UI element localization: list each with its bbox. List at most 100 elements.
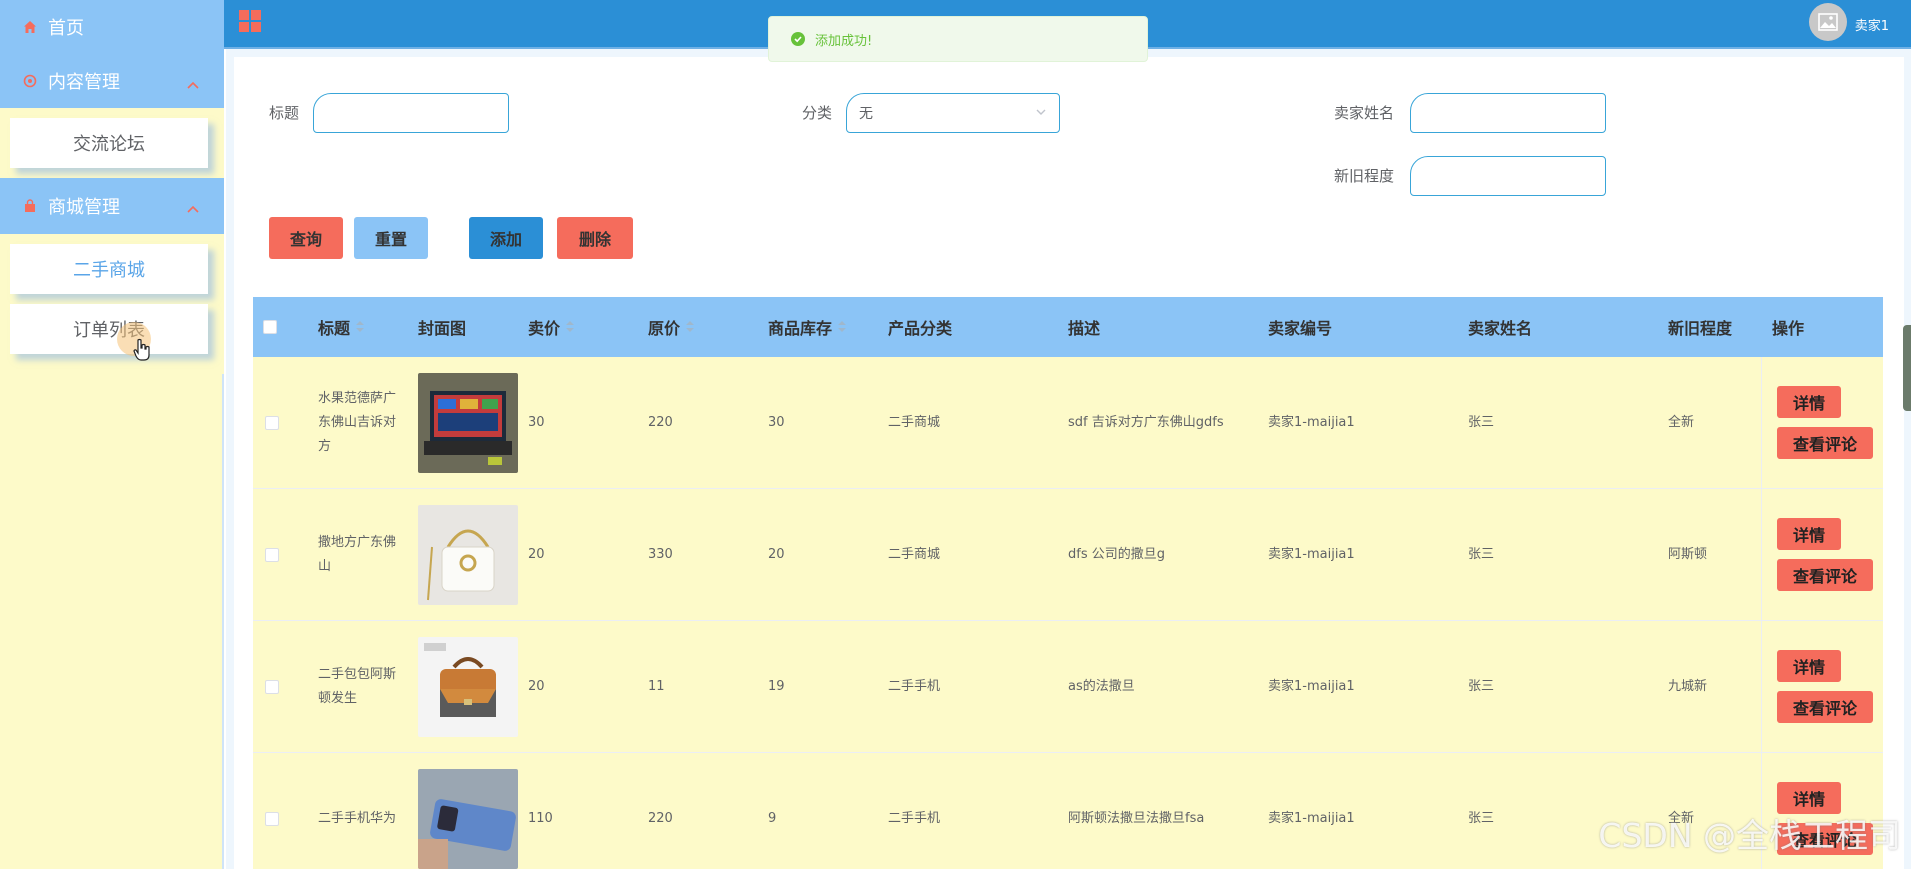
cell-stock: 19	[768, 679, 785, 694]
cell-seller-id: 卖家1-maijia1	[1268, 811, 1355, 826]
sort-icon[interactable]	[356, 321, 365, 333]
mall-submenu: 二手商城 订单列表	[0, 234, 224, 374]
cell-original-price: 220	[648, 415, 673, 430]
cell-description: sdf 吉诉对方广东佛山gdfs	[1068, 415, 1224, 430]
cell-title: 二手手机华为	[318, 811, 397, 826]
cell-category: 二手商城	[888, 547, 941, 562]
home-icon	[22, 19, 38, 35]
detail-button[interactable]: 详情	[1777, 518, 1841, 550]
avatar[interactable]	[1809, 3, 1847, 41]
category-select-value: 无	[859, 106, 873, 122]
query-button[interactable]: 查询	[269, 217, 343, 259]
col-cover: 封面图	[418, 319, 467, 338]
sidebar-item-content-mgmt-label: 内容管理	[48, 72, 120, 93]
sidebar-item-mall-mgmt[interactable]: 商城管理	[0, 178, 224, 234]
cell-cover-image	[418, 489, 518, 621]
cell-seller-id: 卖家1-maijia1	[1268, 547, 1355, 562]
cell-price: 110	[528, 811, 553, 826]
delete-button[interactable]: 删除	[557, 217, 633, 259]
reset-button[interactable]: 重置	[354, 217, 428, 259]
sidebar: 首页 内容管理 交流论坛 商城管理 二手商城 订单列表	[0, 0, 224, 869]
sidebar-item-order-list[interactable]: 订单列表	[10, 304, 208, 354]
image-placeholder-icon	[1818, 13, 1838, 31]
content-icon	[22, 73, 38, 89]
row-checkbox[interactable]	[265, 621, 279, 753]
view-comments-button[interactable]: 查看评论	[1777, 559, 1873, 591]
cell-condition: 阿斯顿	[1668, 547, 1708, 562]
chevron-up-icon	[186, 198, 200, 219]
add-button[interactable]: 添加	[469, 217, 543, 259]
row-checkbox[interactable]	[265, 753, 279, 869]
sidebar-item-home[interactable]: 首页	[0, 0, 224, 54]
chevron-down-icon	[1036, 109, 1046, 115]
scrollbar-thumb[interactable]	[1903, 325, 1911, 411]
shopping-bag-icon	[22, 198, 38, 214]
cell-price: 20	[528, 547, 545, 562]
cell-description: 阿斯顿法撒旦法撒旦fsa	[1068, 811, 1205, 826]
check-circle-icon	[791, 32, 805, 46]
col-price[interactable]: 卖价	[528, 297, 575, 357]
cell-stock: 30	[768, 415, 785, 430]
product-thumbnail	[418, 769, 518, 869]
cell-description: dfs 公司的撒旦g	[1068, 547, 1165, 562]
col-description: 描述	[1068, 319, 1101, 338]
sort-icon[interactable]	[686, 321, 695, 333]
condition-input[interactable]	[1410, 156, 1606, 196]
hand-cursor-icon	[133, 338, 150, 361]
cell-title: 二手包包阿斯顿发生	[318, 667, 397, 706]
success-toast: 添加成功!	[768, 16, 1148, 62]
table-header: 标题 封面图 卖价 原价 商品库存 产品分类 描述 卖家编号 卖家姓名 新旧程度…	[253, 297, 1883, 357]
cell-seller-name: 张三	[1468, 811, 1495, 826]
title-label: 标题	[269, 104, 300, 122]
detail-button[interactable]: 详情	[1777, 386, 1841, 418]
chevron-up-icon	[186, 74, 200, 95]
row-checkbox[interactable]	[265, 489, 279, 621]
cell-seller-name: 张三	[1468, 415, 1495, 430]
cell-title: 水果范德萨广东佛山吉诉对方	[318, 391, 397, 454]
col-original-price[interactable]: 原价	[648, 297, 695, 357]
cell-seller-id: 卖家1-maijia1	[1268, 679, 1355, 694]
sort-icon[interactable]	[838, 321, 847, 333]
cell-description: as的法撒旦	[1068, 679, 1135, 694]
detail-button[interactable]: 详情	[1777, 650, 1841, 682]
view-comments-button[interactable]: 查看评论	[1777, 427, 1873, 459]
table-row: 撒地方广东佛山 20 330 20 二手商城 dfs 公司的撒旦g 卖家1-maijia1 张…	[253, 489, 1883, 621]
product-thumbnail	[418, 637, 518, 737]
title-input[interactable]	[313, 93, 509, 133]
sidebar-item-mall-mgmt-label: 商城管理	[48, 197, 120, 218]
seller-name-label: 卖家姓名	[1334, 104, 1395, 122]
watermark: CSDN @全栈工程司	[1598, 816, 1901, 855]
product-thumbnail	[418, 505, 518, 605]
col-condition: 新旧程度	[1668, 319, 1733, 338]
col-title[interactable]: 标题	[318, 297, 365, 357]
sort-icon[interactable]	[566, 321, 575, 333]
sidebar-item-forum[interactable]: 交流论坛	[10, 118, 208, 168]
sidebar-item-content-mgmt[interactable]: 内容管理	[0, 54, 224, 108]
row-checkbox[interactable]	[265, 357, 279, 489]
cell-actions: 详情 查看评论	[1761, 357, 1883, 488]
product-thumbnail	[418, 373, 518, 473]
seller-name-input[interactable]	[1410, 93, 1606, 133]
category-label: 分类	[802, 104, 833, 122]
content-submenu: 交流论坛	[0, 108, 224, 178]
cell-cover-image	[418, 753, 518, 869]
cell-seller-name: 张三	[1468, 547, 1495, 562]
view-comments-button[interactable]: 查看评论	[1777, 691, 1873, 723]
condition-label: 新旧程度	[1334, 167, 1395, 185]
sidebar-item-secondhand-mall[interactable]: 二手商城	[10, 244, 208, 294]
col-stock[interactable]: 商品库存	[768, 297, 847, 357]
cell-seller-name: 张三	[1468, 679, 1495, 694]
cell-original-price: 220	[648, 811, 673, 826]
cell-stock: 20	[768, 547, 785, 562]
category-select[interactable]: 无	[846, 93, 1060, 133]
cell-category: 二手手机	[888, 811, 941, 826]
select-all-checkbox[interactable]	[263, 297, 277, 357]
col-seller-id: 卖家编号	[1268, 319, 1333, 338]
toast-message: 添加成功!	[815, 33, 873, 49]
cell-category: 二手商城	[888, 415, 941, 430]
user-name[interactable]: 卖家1	[1855, 15, 1889, 34]
cell-condition: 全新	[1668, 415, 1695, 430]
cell-cover-image	[418, 621, 518, 753]
col-actions: 操作	[1772, 319, 1805, 338]
cell-original-price: 330	[648, 547, 673, 562]
